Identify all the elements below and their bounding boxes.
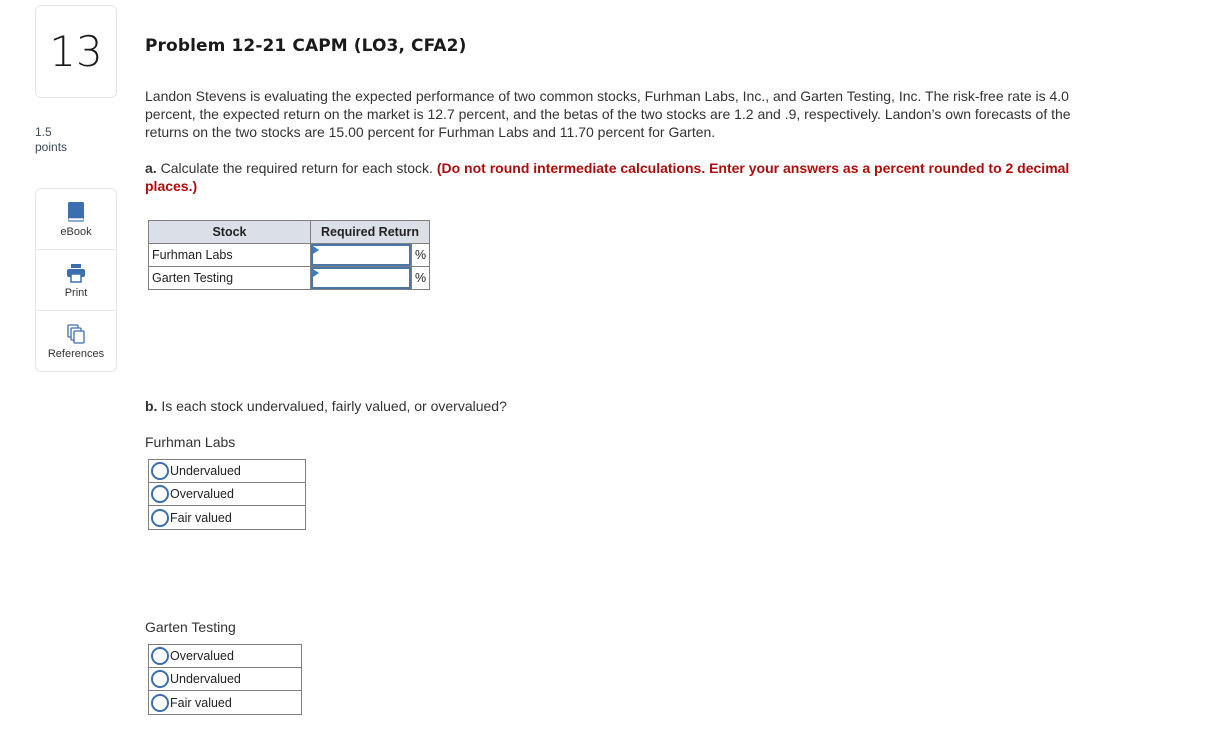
furhman-valuation-radio-group: Undervalued Overvalued Fair valued bbox=[148, 459, 306, 530]
points-value: 1.5 bbox=[35, 125, 52, 139]
part-b-prompt: b. Is each stock undervalued, fairly val… bbox=[145, 398, 507, 414]
furhman-required-return-input[interactable] bbox=[313, 246, 409, 264]
book-icon bbox=[67, 201, 85, 223]
ebook-button[interactable]: eBook bbox=[36, 189, 116, 250]
percent-unit: % bbox=[411, 267, 429, 289]
table-row: Garten Testing % bbox=[148, 266, 430, 290]
column-header-required-return: Required Return bbox=[310, 220, 430, 244]
question-number-badge: 13 bbox=[35, 5, 117, 98]
radio-button[interactable] bbox=[151, 647, 169, 665]
garten-required-return-input[interactable] bbox=[313, 269, 409, 287]
tools-panel: eBook Print References bbox=[35, 188, 117, 372]
printer-icon bbox=[66, 262, 86, 284]
option-label: Undervalued bbox=[170, 464, 241, 478]
ebook-label: eBook bbox=[60, 225, 92, 238]
print-label: Print bbox=[64, 286, 88, 299]
radio-button[interactable] bbox=[151, 462, 169, 480]
part-b-text: Is each stock undervalued, fairly valued… bbox=[157, 398, 507, 414]
stock-name: Furhman Labs bbox=[148, 243, 311, 267]
print-button[interactable]: Print bbox=[36, 250, 116, 311]
garten-testing-label: Garten Testing bbox=[145, 619, 236, 635]
problem-title: Problem 12-21 CAPM (LO3, CFA2) bbox=[145, 36, 467, 56]
furhman-required-return-input-wrap bbox=[311, 244, 411, 266]
option-label: Fair valued bbox=[170, 510, 232, 525]
problem-intro: Landon Stevens is evaluating the expecte… bbox=[145, 88, 1071, 140]
input-marker-icon bbox=[313, 246, 319, 254]
part-a-prefix: a. bbox=[145, 160, 157, 176]
garten-valuation-radio-group: Overvalued Undervalued Fair valued bbox=[148, 644, 302, 715]
points-label: points bbox=[35, 140, 68, 154]
radio-button[interactable] bbox=[151, 485, 169, 503]
references-label: References bbox=[47, 348, 105, 360]
part-a-text: Calculate the required return for each s… bbox=[156, 160, 437, 176]
required-return-cell: % bbox=[310, 266, 430, 290]
radio-button[interactable] bbox=[151, 670, 169, 688]
references-button[interactable]: References bbox=[36, 311, 116, 372]
table-row: Furhman Labs % bbox=[148, 243, 430, 267]
percent-unit: % bbox=[411, 244, 429, 266]
option-label: Overvalued bbox=[170, 487, 234, 501]
points-display: 1.5 points bbox=[35, 125, 67, 155]
stock-name: Garten Testing bbox=[148, 266, 311, 290]
radio-button[interactable] bbox=[151, 693, 169, 712]
required-return-table: Stock Required Return Furhman Labs % Gar… bbox=[148, 220, 430, 290]
furhman-option-undervalued[interactable]: Undervalued bbox=[149, 460, 305, 483]
furhman-labs-label: Furhman Labs bbox=[145, 434, 236, 450]
option-label: Undervalued bbox=[170, 672, 241, 686]
documents-icon bbox=[67, 323, 85, 345]
option-label: Overvalued bbox=[170, 649, 234, 663]
furhman-option-fair-valued[interactable]: Fair valued bbox=[149, 506, 305, 529]
garten-option-undervalued[interactable]: Undervalued bbox=[149, 668, 301, 691]
question-number: 13 bbox=[49, 27, 103, 76]
garten-option-overvalued[interactable]: Overvalued bbox=[149, 645, 301, 668]
part-b-prefix: b. bbox=[145, 398, 158, 414]
part-a-prompt: a. Calculate the required return for eac… bbox=[145, 159, 1095, 195]
input-marker-icon bbox=[313, 269, 319, 277]
option-label: Fair valued bbox=[170, 695, 232, 710]
column-header-stock: Stock bbox=[148, 220, 311, 244]
required-return-cell: % bbox=[310, 243, 430, 267]
garten-required-return-input-wrap bbox=[311, 267, 411, 289]
garten-option-fair-valued[interactable]: Fair valued bbox=[149, 691, 301, 714]
furhman-option-overvalued[interactable]: Overvalued bbox=[149, 483, 305, 506]
radio-button[interactable] bbox=[151, 508, 169, 527]
